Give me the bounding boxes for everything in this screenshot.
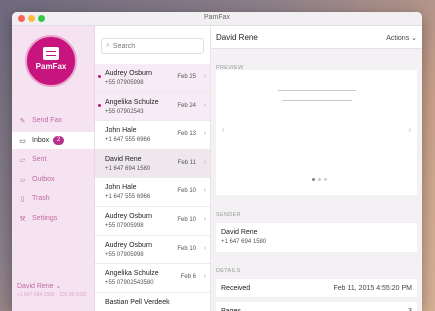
sidebar-item-label: Inbox: [32, 137, 50, 144]
received-date: Feb 11: [177, 159, 196, 166]
sender-name: Angelika Schulze: [105, 270, 159, 278]
sender-number: +1 647 555 6966: [105, 194, 151, 201]
app-window: PamFax PamFax ✎ Send Fax ▭ Inbox 2 ▱ Sen…: [12, 12, 422, 311]
search-input[interactable]: [112, 42, 193, 50]
tray-icon: ▭: [19, 137, 26, 145]
list-item[interactable]: Audrey Osburn +55 07905998 Feb 25 ›: [95, 64, 210, 93]
message-items: Audrey Osburn +55 07905998 Feb 25 › Angelika…: [95, 64, 210, 311]
sender-name: David Rene: [221, 229, 258, 236]
sender-name: Audrey Osburn: [105, 241, 153, 249]
sender-name: David Rene: [105, 155, 142, 163]
sender-number: +1 647 555 6966: [105, 137, 151, 144]
chevron-left-icon[interactable]: ‹: [222, 125, 225, 134]
logo-text: PamFax: [35, 62, 67, 71]
sender-number: +55 07905998: [105, 222, 144, 229]
list-item[interactable]: Audrey Osburn +55 07905998 Feb 10 ›: [95, 207, 210, 236]
chevron-right-icon: ›: [203, 244, 206, 252]
list-item[interactable]: Angelika Schulze +55 07902543580 Feb 6 ›: [95, 264, 210, 293]
list-item[interactable]: Audrey Osburn +55 07905998 Feb 10 ›: [95, 236, 210, 265]
page-indicator-dot[interactable]: [318, 178, 321, 181]
chevron-right-icon: ›: [203, 187, 206, 195]
folder-icon: ▱: [19, 176, 26, 184]
chevron-right-icon: ›: [203, 130, 206, 138]
received-date: Feb 25: [177, 74, 196, 80]
unread-count-badge: 2: [53, 136, 65, 145]
sidebar-item-label: Settings: [32, 215, 58, 222]
list-item[interactable]: David Rene +1 647 694 1580 Feb 11 ›: [95, 149, 210, 179]
page-indicator-dot[interactable]: [324, 178, 327, 181]
detail-title: David Rene: [216, 33, 258, 42]
chevron-right-icon: ›: [203, 215, 206, 223]
detail-header: David Rene Actions ⌄: [211, 26, 422, 49]
sender-name: Audrey Osburn: [105, 70, 153, 77]
sidebar: PamFax ✎ Send Fax ▭ Inbox 2 ▱ Sent ▱ Out…: [12, 26, 95, 311]
detail-row-received: Received Feb 11, 2015 4:55:20 PM: [216, 279, 417, 298]
chevron-right-icon[interactable]: ›: [408, 125, 411, 134]
search-box[interactable]: ⌕: [101, 38, 204, 54]
account-switcher[interactable]: David Rene ⌄: [17, 282, 61, 290]
title-bar: PamFax: [12, 12, 422, 26]
sender-name: Audrey Osburn: [105, 212, 153, 220]
message-detail: David Rene Actions ⌄ PREVIEW ‹ › SENDER …: [211, 26, 422, 311]
detail-key: Received: [221, 285, 251, 292]
preview-page-text: [282, 100, 352, 101]
sidebar-item-label: Sent: [32, 156, 47, 163]
chevron-right-icon: ›: [203, 73, 206, 80]
received-date: Feb 10: [177, 245, 196, 252]
sidebar-item-sent[interactable]: ▱ Sent: [12, 151, 94, 168]
fax-preview[interactable]: ‹ ›: [216, 70, 417, 195]
page-indicator-dot[interactable]: [312, 178, 315, 181]
detail-value: Feb 11, 2015 4:55:20 PM: [333, 285, 412, 292]
chevron-right-icon: ›: [203, 158, 206, 166]
sender-name: Bastian Pell Verdeek: [105, 298, 170, 306]
trash-icon: ▯: [20, 195, 25, 203]
sender-number: +1 647 694 1580: [105, 165, 151, 172]
message-list: ⌕ Audrey Osburn+55 07905998Feb 25›Angeli…: [95, 26, 211, 311]
received-date: Feb 6: [180, 274, 196, 281]
window-title: PamFax: [203, 14, 231, 21]
sidebar-item-settings[interactable]: ⚒ Settings: [12, 210, 94, 227]
sender-number: +55 07905998: [105, 80, 144, 86]
search-icon: ⌕: [106, 42, 110, 49]
unread-dot-icon: [98, 103, 101, 107]
sender-number: +55 07902543580: [105, 280, 154, 287]
detail-row-pages: Pages 3: [216, 302, 417, 311]
unread-dot-icon: [98, 75, 101, 78]
sender-name: John Hale: [105, 127, 137, 135]
account-details: +1 647 694 1580 · 100.00 USD: [17, 292, 87, 298]
chevron-right-icon: ›: [203, 101, 206, 109]
list-item[interactable]: Angelika Schulze +55 07902543 Feb 24 ›: [95, 92, 210, 122]
sidebar-item-inbox[interactable]: ▭ Inbox 2: [12, 132, 94, 149]
sender-number: +1 647 694 1580: [221, 239, 267, 245]
sidebar-item-trash[interactable]: ▯ Trash: [12, 190, 94, 207]
list-item[interactable]: Bastian Pell Verdeek: [95, 293, 210, 311]
sender-number: +55 07902543: [105, 108, 144, 115]
list-item[interactable]: John Hale +1 647 555 6966 Feb 13 ›: [95, 121, 210, 150]
sidebar-item-label: Outbox: [32, 176, 55, 183]
sidebar-item-send-fax[interactable]: ✎ Send Fax: [12, 112, 94, 129]
folder-icon: ▱: [19, 156, 26, 164]
preview-page-text: [278, 90, 356, 91]
pamfax-logo: PamFax: [25, 35, 77, 87]
sender-section-label: SENDER: [216, 212, 241, 218]
fax-document-icon: [43, 47, 59, 60]
received-date: Feb 10: [177, 216, 196, 223]
sender-name: John Hale: [105, 184, 137, 192]
edit-icon: ✎: [19, 117, 26, 125]
chevron-right-icon: ›: [203, 273, 206, 281]
details-section-label: DETAILS: [216, 268, 241, 274]
received-date: Feb 24: [177, 102, 196, 109]
received-date: Feb 10: [177, 188, 196, 195]
actions-menu-button[interactable]: Actions ⌄: [386, 34, 417, 42]
sidebar-item-outbox[interactable]: ▱ Outbox: [12, 171, 94, 188]
sender-card: David Rene +1 647 694 1580: [216, 223, 417, 252]
wrench-icon: ⚒: [19, 215, 26, 223]
sidebar-item-label: Send Fax: [32, 117, 62, 124]
received-date: Feb 13: [177, 131, 196, 138]
sender-name: Angelika Schulze: [105, 98, 159, 106]
sidebar-item-label: Trash: [32, 195, 50, 202]
sender-number: +55 07905998: [105, 251, 144, 258]
list-item[interactable]: John Hale +1 647 555 6966 Feb 10 ›: [95, 178, 210, 207]
